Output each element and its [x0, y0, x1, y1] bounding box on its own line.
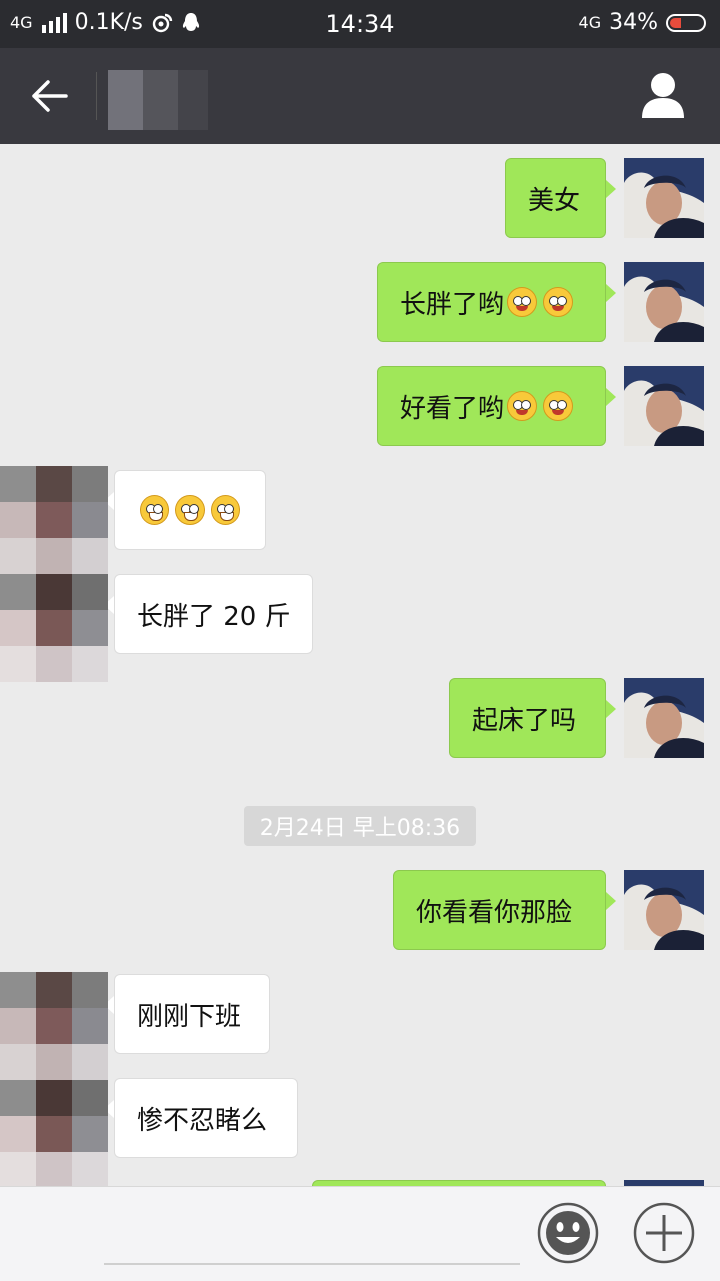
- my-message-bubble[interactable]: 美女: [505, 158, 606, 238]
- message-text: 长胖了 20 斤: [137, 601, 291, 632]
- status-right: 4G 34%: [579, 10, 706, 35]
- contact-message-bubble[interactable]: 长胖了 20 斤: [114, 574, 313, 654]
- grin-emoji-icon: [210, 495, 240, 525]
- my-avatar[interactable]: [624, 366, 704, 446]
- grin-emoji-icon: [140, 495, 170, 525]
- bubble-tail: [606, 892, 616, 910]
- my-avatar[interactable]: [624, 158, 704, 238]
- blush-emoji-icon: [543, 391, 574, 421]
- my-message-bubble[interactable]: 起床了吗: [449, 678, 606, 758]
- battery-level: [670, 17, 681, 28]
- contact-name-censored: [108, 70, 208, 130]
- contact-message-bubble[interactable]: 刚刚下班: [114, 974, 270, 1054]
- blush-emoji-icon: [507, 287, 538, 317]
- message-text: 刚刚下班: [137, 1001, 242, 1032]
- plus-icon[interactable]: [632, 1201, 696, 1265]
- message-text: 你看看你那脸: [416, 897, 573, 928]
- header-divider: [96, 72, 97, 120]
- status-bar: 4G 0.1K/s 14:34 4G 34%: [0, 0, 720, 48]
- battery-percent: 34%: [609, 10, 658, 35]
- bubble-tail: [606, 284, 616, 302]
- my-avatar[interactable]: [624, 262, 704, 342]
- message-text: 好看了哟: [400, 393, 505, 424]
- network-type-right: 4G: [578, 13, 602, 32]
- my-avatar[interactable]: [624, 678, 704, 758]
- message-timestamp: 2月24日 早上08:36: [244, 806, 476, 846]
- message-text: 长胖了哟: [400, 289, 505, 320]
- my-message-bubble[interactable]: 长胖了哟: [377, 262, 606, 342]
- contact-message-bubble[interactable]: [114, 470, 266, 550]
- person-icon[interactable]: [640, 70, 686, 120]
- message-text: 美女: [528, 185, 581, 216]
- message-input[interactable]: [104, 1263, 520, 1265]
- contact-avatar-censored[interactable]: [0, 972, 108, 1188]
- input-bar: [0, 1186, 720, 1281]
- contact-avatar-censored[interactable]: [0, 466, 108, 682]
- battery-icon: [666, 13, 706, 32]
- grin-emoji-icon: [175, 495, 205, 525]
- blush-emoji-icon: [543, 287, 574, 317]
- message-text: 惨不忍睹么: [137, 1105, 268, 1136]
- blush-emoji-icon: [507, 391, 538, 421]
- arrow-left-icon[interactable]: [28, 74, 72, 118]
- bubble-tail: [606, 180, 616, 198]
- my-message-bubble[interactable]: 你看看你那脸: [393, 870, 606, 950]
- chat-header: [0, 48, 720, 144]
- smiley-icon[interactable]: [536, 1201, 600, 1265]
- message-text: 起床了吗: [472, 705, 577, 736]
- my-avatar[interactable]: [624, 870, 704, 950]
- contact-message-bubble[interactable]: 惨不忍睹么: [114, 1078, 298, 1158]
- bubble-tail: [606, 700, 616, 718]
- my-message-bubble[interactable]: 好看了哟: [377, 366, 606, 446]
- bubble-tail: [606, 388, 616, 406]
